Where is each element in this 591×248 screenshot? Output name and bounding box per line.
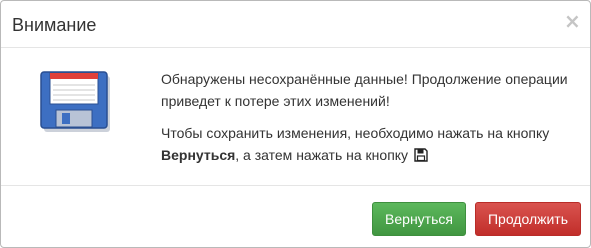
warning-text: Обнаружены несохранённые данные! Продолж… (161, 71, 568, 109)
back-button[interactable]: Вернуться (372, 202, 466, 236)
dialog-header: Внимание × (1, 1, 590, 48)
unsaved-changes-dialog: Внимание × Обнаружены несохранённые данн… (0, 0, 591, 248)
instruction-text: Чтобы сохранить изменения, необходимо на… (161, 122, 581, 166)
dialog-message: Обнаружены несохранённые данные! Продолж… (161, 68, 581, 176)
instruction-prefix: Чтобы сохранить изменения, необходимо на… (161, 125, 550, 141)
dialog-body: Обнаружены несохранённые данные! Продолж… (1, 48, 590, 184)
close-button[interactable]: × (564, 11, 581, 31)
dialog-footer: Вернуться Продолжить (1, 185, 590, 248)
instruction-bold-button-name: Вернуться (161, 147, 236, 163)
instruction-suffix: , а затем нажать на кнопку (235, 147, 409, 163)
dialog-title: Внимание (12, 15, 97, 35)
save-icon (414, 148, 428, 162)
continue-button[interactable]: Продолжить (475, 202, 581, 236)
floppy-disk-icon (40, 71, 110, 132)
